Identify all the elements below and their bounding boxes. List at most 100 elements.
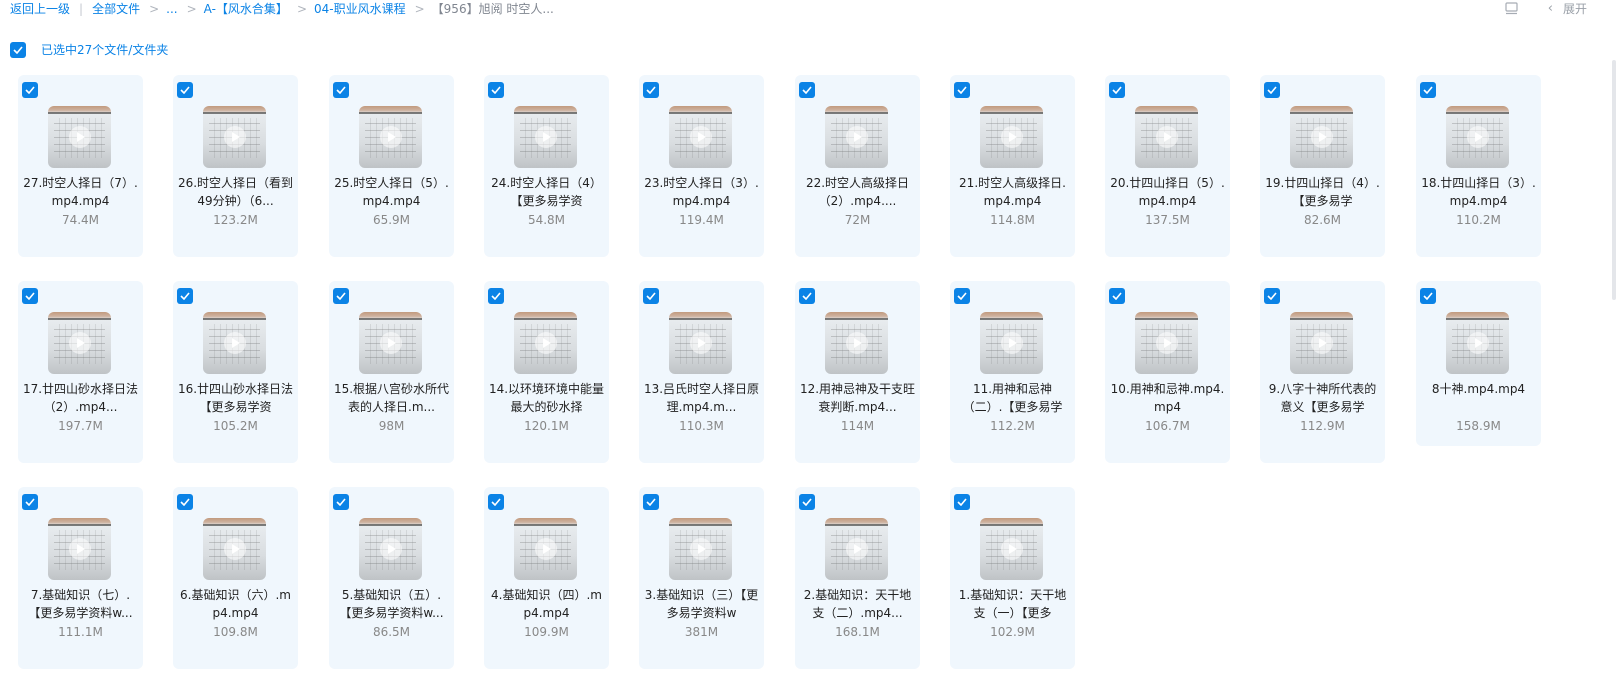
file-name[interactable]: 1.基础知识：天干地支（一）【更多 <box>954 586 1071 622</box>
file-checkbox[interactable] <box>22 288 38 304</box>
file-checkbox[interactable] <box>488 494 504 510</box>
scrollbar-thumb[interactable] <box>1612 60 1616 300</box>
video-thumbnail[interactable] <box>48 518 111 580</box>
video-thumbnail[interactable] <box>359 312 422 374</box>
video-thumbnail[interactable] <box>1446 312 1509 374</box>
file-name[interactable]: 10.用神和忌神.mp4.mp4 <box>1109 380 1226 416</box>
video-thumbnail[interactable] <box>980 518 1043 580</box>
file-name[interactable]: 7.基础知识（七）.【更多易学资料w... <box>22 586 139 622</box>
file-name[interactable]: 16.廿四山砂水择日法【更多易学资 <box>177 380 294 416</box>
file-checkbox[interactable] <box>177 494 193 510</box>
video-thumbnail[interactable] <box>359 106 422 168</box>
file-card[interactable]: 2.基础知识：天干地支（二）.mp4... 168.1M <box>795 487 920 669</box>
file-card[interactable]: 4.基础知识（四）.mp4.mp4 109.9M <box>484 487 609 669</box>
file-name[interactable]: 21.时空人高级择日.mp4.mp4 <box>954 174 1071 210</box>
video-thumbnail[interactable] <box>1135 106 1198 168</box>
file-checkbox[interactable] <box>643 82 659 98</box>
video-thumbnail[interactable] <box>359 518 422 580</box>
file-card[interactable]: 19.廿四山择日（4）.【更多易学 82.6M <box>1260 75 1385 257</box>
file-checkbox[interactable] <box>333 494 349 510</box>
file-card[interactable]: 22.时空人高级择日（2）.mp4.... 72M <box>795 75 920 257</box>
file-name[interactable]: 9.八字十神所代表的意义【更多易学 <box>1264 380 1381 416</box>
file-name[interactable]: 3.基础知识（三）【更多易学资料w <box>643 586 760 622</box>
file-checkbox[interactable] <box>799 82 815 98</box>
file-name[interactable]: 6.基础知识（六）.mp4.mp4 <box>177 586 294 622</box>
video-thumbnail[interactable] <box>203 518 266 580</box>
file-checkbox[interactable] <box>177 82 193 98</box>
video-thumbnail[interactable] <box>980 106 1043 168</box>
file-card[interactable]: 7.基础知识（七）.【更多易学资料w... 111.1M <box>18 487 143 669</box>
file-checkbox[interactable] <box>1420 288 1436 304</box>
breadcrumb-all-files[interactable]: 全部文件 <box>92 0 140 17</box>
file-name[interactable]: 5.基础知识（五）.【更多易学资料w... <box>333 586 450 622</box>
file-checkbox[interactable] <box>954 494 970 510</box>
file-checkbox[interactable] <box>22 82 38 98</box>
file-checkbox[interactable] <box>1264 288 1280 304</box>
file-card[interactable]: 14.以环境环境中能量最大的砂水择 120.1M <box>484 281 609 463</box>
file-card[interactable]: 18.廿四山择日（3）.mp4.mp4 110.2M <box>1416 75 1541 257</box>
file-name[interactable]: 17.廿四山砂水择日法（2）.mp4... <box>22 380 139 416</box>
file-checkbox[interactable] <box>333 288 349 304</box>
file-card[interactable]: 11.用神和忌神（二）.【更多易学 112.2M <box>950 281 1075 463</box>
file-card[interactable]: 16.廿四山砂水择日法【更多易学资 105.2M <box>173 281 298 463</box>
file-card[interactable]: 24.时空人择日（4）【更多易学资 54.8M <box>484 75 609 257</box>
file-card[interactable]: 20.廿四山择日（5）.mp4.mp4 137.5M <box>1105 75 1230 257</box>
video-thumbnail[interactable] <box>203 106 266 168</box>
video-thumbnail[interactable] <box>825 106 888 168</box>
video-thumbnail[interactable] <box>1446 106 1509 168</box>
breadcrumb-folder2[interactable]: 04-职业风水课程 <box>314 0 406 17</box>
file-checkbox[interactable] <box>799 288 815 304</box>
file-name[interactable]: 23.时空人择日（3）.mp4.mp4 <box>643 174 760 210</box>
file-checkbox[interactable] <box>1109 82 1125 98</box>
video-thumbnail[interactable] <box>48 312 111 374</box>
file-checkbox[interactable] <box>1420 82 1436 98</box>
file-card[interactable]: 6.基础知识（六）.mp4.mp4 109.8M <box>173 487 298 669</box>
file-card[interactable]: 9.八字十神所代表的意义【更多易学 112.9M <box>1260 281 1385 463</box>
file-name[interactable]: 24.时空人择日（4）【更多易学资 <box>488 174 605 210</box>
file-card[interactable]: 15.根据八宫砂水所代表的人择日.m... 98M <box>329 281 454 463</box>
file-name[interactable]: 8十神.mp4.mp4 <box>1420 380 1537 416</box>
file-name[interactable]: 19.廿四山择日（4）.【更多易学 <box>1264 174 1381 210</box>
video-thumbnail[interactable] <box>48 106 111 168</box>
file-checkbox[interactable] <box>954 288 970 304</box>
file-name[interactable]: 4.基础知识（四）.mp4.mp4 <box>488 586 605 622</box>
video-thumbnail[interactable] <box>669 518 732 580</box>
file-name[interactable]: 13.吕氏时空人择日原理.mp4.m... <box>643 380 760 416</box>
video-thumbnail[interactable] <box>514 518 577 580</box>
file-card[interactable]: 13.吕氏时空人择日原理.mp4.m... 110.3M <box>639 281 764 463</box>
file-card[interactable]: 12.用神忌神及干支旺衰判断.mp4... 114M <box>795 281 920 463</box>
file-card[interactable]: 21.时空人高级择日.mp4.mp4 114.8M <box>950 75 1075 257</box>
file-checkbox[interactable] <box>643 288 659 304</box>
file-name[interactable]: 22.时空人高级择日（2）.mp4.... <box>799 174 916 210</box>
file-name[interactable]: 11.用神和忌神（二）.【更多易学 <box>954 380 1071 416</box>
breadcrumb-folder1[interactable]: A-【风水合集】 <box>204 0 288 17</box>
file-checkbox[interactable] <box>488 288 504 304</box>
video-thumbnail[interactable] <box>825 312 888 374</box>
file-checkbox[interactable] <box>22 494 38 510</box>
file-name[interactable]: 20.廿四山择日（5）.mp4.mp4 <box>1109 174 1226 210</box>
file-checkbox[interactable] <box>954 82 970 98</box>
file-name[interactable]: 18.廿四山择日（3）.mp4.mp4 <box>1420 174 1537 210</box>
video-thumbnail[interactable] <box>203 312 266 374</box>
file-card[interactable]: 25.时空人择日（5）.mp4.mp4 65.9M <box>329 75 454 257</box>
video-thumbnail[interactable] <box>514 312 577 374</box>
file-name[interactable]: 14.以环境环境中能量最大的砂水择 <box>488 380 605 416</box>
video-thumbnail[interactable] <box>669 106 732 168</box>
file-checkbox[interactable] <box>1264 82 1280 98</box>
video-thumbnail[interactable] <box>1135 312 1198 374</box>
file-name[interactable]: 26.时空人择日（看到49分钟）（6... <box>177 174 294 210</box>
file-card[interactable]: 26.时空人择日（看到49分钟）（6... 123.2M <box>173 75 298 257</box>
file-checkbox[interactable] <box>643 494 659 510</box>
video-thumbnail[interactable] <box>980 312 1043 374</box>
file-card[interactable]: 27.时空人择日（7）.mp4.mp4 74.4M <box>18 75 143 257</box>
expand-button[interactable]: ‹ 展开 <box>1548 0 1587 17</box>
file-card[interactable]: 17.廿四山砂水择日法（2）.mp4... 197.7M <box>18 281 143 463</box>
file-name[interactable]: 27.时空人择日（7）.mp4.mp4 <box>22 174 139 210</box>
file-card[interactable]: 23.时空人择日（3）.mp4.mp4 119.4M <box>639 75 764 257</box>
file-card[interactable]: 8十神.mp4.mp4 158.9M <box>1416 281 1541 446</box>
file-name[interactable]: 12.用神忌神及干支旺衰判断.mp4... <box>799 380 916 416</box>
video-thumbnail[interactable] <box>669 312 732 374</box>
back-link[interactable]: 返回上一级 <box>10 0 70 17</box>
file-card[interactable]: 5.基础知识（五）.【更多易学资料w... 86.5M <box>329 487 454 669</box>
file-checkbox[interactable] <box>488 82 504 98</box>
